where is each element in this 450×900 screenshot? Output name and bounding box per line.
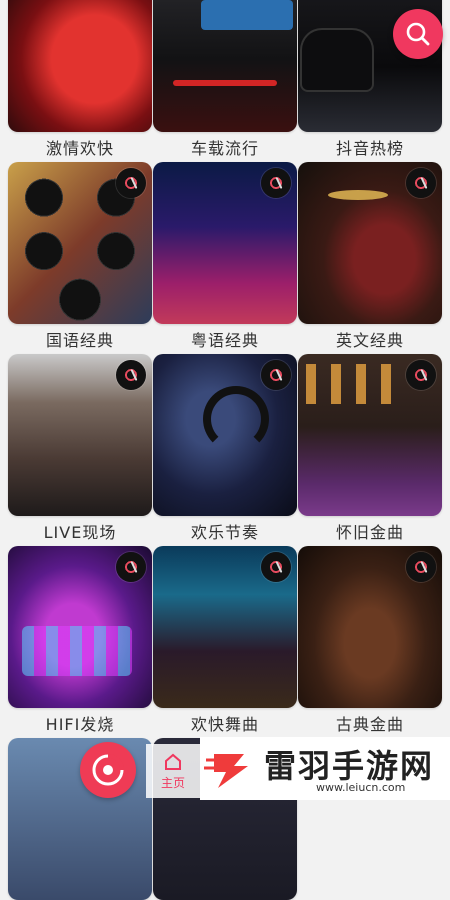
vinyl-record-icon bbox=[261, 360, 291, 390]
category-label: 抖音热榜 bbox=[335, 139, 404, 158]
category-tile-hifi[interactable] bbox=[8, 546, 152, 708]
category-label: 车载流行 bbox=[190, 139, 259, 158]
category-tile-mandarin[interactable] bbox=[8, 162, 152, 324]
headphones-image bbox=[203, 386, 269, 452]
vinyl-record-icon bbox=[406, 168, 436, 198]
dashboard-screen-image bbox=[201, 0, 293, 30]
category-label: 粤语经典 bbox=[190, 331, 259, 350]
category-label: LIVE现场 bbox=[43, 523, 117, 542]
category-tile-english[interactable] bbox=[298, 162, 442, 324]
drum-cymbal-image bbox=[328, 190, 388, 200]
dashboard-lights-image bbox=[173, 80, 277, 86]
watermark: 雷羽手游网 www.leiucn.com bbox=[200, 737, 450, 800]
category-label: 古典金曲 bbox=[335, 715, 404, 734]
category-label: HIFI发烧 bbox=[45, 715, 115, 734]
vinyl-disc-icon bbox=[92, 754, 124, 786]
dj-controller-image bbox=[22, 626, 132, 676]
category-tile-oldies[interactable] bbox=[298, 354, 442, 516]
category-label: 英文经典 bbox=[335, 331, 404, 350]
vinyl-record-icon bbox=[116, 552, 146, 582]
category-tile-passionate[interactable] bbox=[8, 0, 152, 132]
category-tile-dance[interactable] bbox=[153, 546, 297, 708]
category-label: 欢乐节奏 bbox=[190, 523, 259, 542]
vinyl-record-icon bbox=[116, 360, 146, 390]
vinyl-record-icon bbox=[406, 552, 436, 582]
vinyl-record-icon bbox=[406, 360, 436, 390]
now-playing-button[interactable] bbox=[80, 742, 136, 798]
brand-logo-icon bbox=[204, 754, 248, 788]
category-tile-live[interactable] bbox=[8, 354, 152, 516]
vinyl-record-icon bbox=[261, 552, 291, 582]
category-grid: 激情欢快 车载流行 抖音热榜 国语经典 粤语经典 英文经典 LIVE现场 欢乐节… bbox=[0, 0, 450, 900]
category-cover-image bbox=[8, 0, 152, 132]
search-icon bbox=[406, 22, 430, 46]
category-label: 欢快舞曲 bbox=[190, 715, 259, 734]
tab-home-label: 主页 bbox=[160, 775, 185, 790]
watermark-url: www.leiucn.com bbox=[316, 781, 406, 794]
category-tile-classical[interactable] bbox=[298, 546, 442, 708]
category-tile-happy-rhythm[interactable] bbox=[153, 354, 297, 516]
category-label: 激情欢快 bbox=[45, 139, 114, 158]
category-tile-car[interactable] bbox=[153, 0, 297, 132]
home-icon bbox=[165, 753, 181, 770]
vinyl-record-icon bbox=[261, 168, 291, 198]
category-tile-cantonese[interactable] bbox=[153, 162, 297, 324]
category-label: 怀旧金曲 bbox=[335, 523, 404, 542]
category-label: 国语经典 bbox=[45, 331, 114, 350]
guitar-wall-image bbox=[306, 364, 406, 404]
vinyl-record-icon bbox=[116, 168, 146, 198]
tab-home[interactable]: 主页 bbox=[146, 744, 200, 798]
search-button[interactable] bbox=[393, 9, 443, 59]
car-image bbox=[302, 30, 372, 90]
